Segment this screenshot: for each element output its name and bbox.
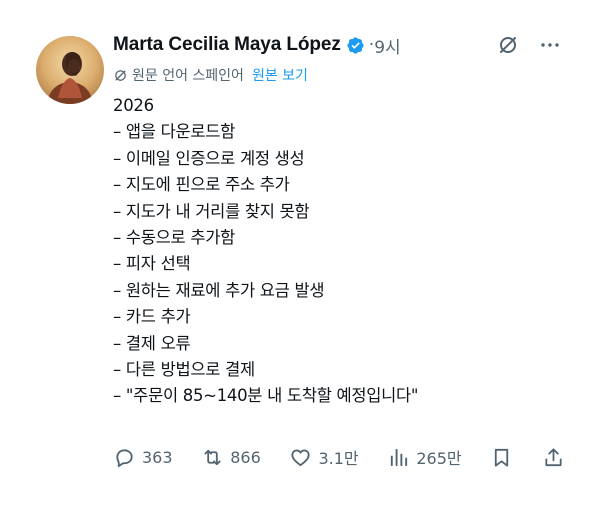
- post-body-line: 2026: [113, 96, 154, 115]
- action-bar: 363 866 3.1만 265만: [113, 442, 565, 472]
- reply-button[interactable]: 363: [113, 446, 173, 469]
- post-body-line: – "주문이 85~140분 내 도착할 예정입니다": [113, 386, 419, 406]
- author-name[interactable]: Marta Cecilia Maya López: [113, 34, 341, 56]
- heart-icon: [291, 448, 311, 466]
- post-body-line: – 수동으로 추가함: [113, 227, 235, 247]
- post-body-line: – 피자 선택: [113, 254, 191, 274]
- post-body-line: – 이메일 인증으로 계정 생성: [113, 148, 305, 168]
- post-time[interactable]: 9시: [374, 33, 400, 58]
- views-chart-icon: [391, 448, 408, 466]
- translation-info: 원문 언어 스페인어 원본 보기: [113, 65, 308, 85]
- repost-count: 866: [230, 447, 261, 467]
- post-body-line: – 카드 추가: [113, 307, 191, 327]
- grok-icon[interactable]: [496, 33, 520, 57]
- verified-badge-icon: [346, 36, 365, 55]
- bookmark-button[interactable]: [490, 446, 513, 469]
- reply-count: 363: [142, 447, 173, 467]
- post-body: 2026 – 앱을 다운로드함 – 이메일 인증으로 계정 생성 – 지도에 핀…: [113, 93, 583, 410]
- more-icon[interactable]: [538, 33, 562, 57]
- share-button[interactable]: [542, 446, 565, 469]
- bookmark-icon: [495, 448, 509, 467]
- repost-button[interactable]: 866: [201, 446, 261, 469]
- post-header: Marta Cecilia Maya López · 9시: [113, 32, 401, 58]
- avatar[interactable]: [36, 36, 104, 104]
- views-button[interactable]: 265만: [387, 445, 462, 469]
- post: Marta Cecilia Maya López · 9시 원문 언어 스페인어…: [0, 0, 600, 507]
- header-actions: [496, 33, 562, 57]
- translation-text: 원문 언어 스페인어: [132, 68, 244, 84]
- reply-icon: [116, 448, 133, 467]
- views-count: 265만: [416, 449, 462, 468]
- show-original-link[interactable]: 원본 보기: [252, 65, 308, 85]
- post-body-line: – 지도에 핀으로 주소 추가: [113, 175, 290, 195]
- translate-icon: [115, 69, 126, 81]
- post-body-line: – 지도가 내 거리를 찾지 못함: [113, 201, 310, 221]
- like-button[interactable]: 3.1만: [289, 445, 359, 469]
- repost-icon: [204, 449, 221, 465]
- like-count: 3.1만: [318, 449, 359, 468]
- post-body-line: – 앱을 다운로드함: [113, 122, 235, 142]
- post-body-line: – 다른 방법으로 결제: [113, 359, 255, 379]
- post-body-line: – 원하는 재료에 추가 요금 발생: [113, 280, 325, 300]
- post-body-line: – 결제 오류: [113, 333, 191, 353]
- share-icon: [545, 447, 562, 466]
